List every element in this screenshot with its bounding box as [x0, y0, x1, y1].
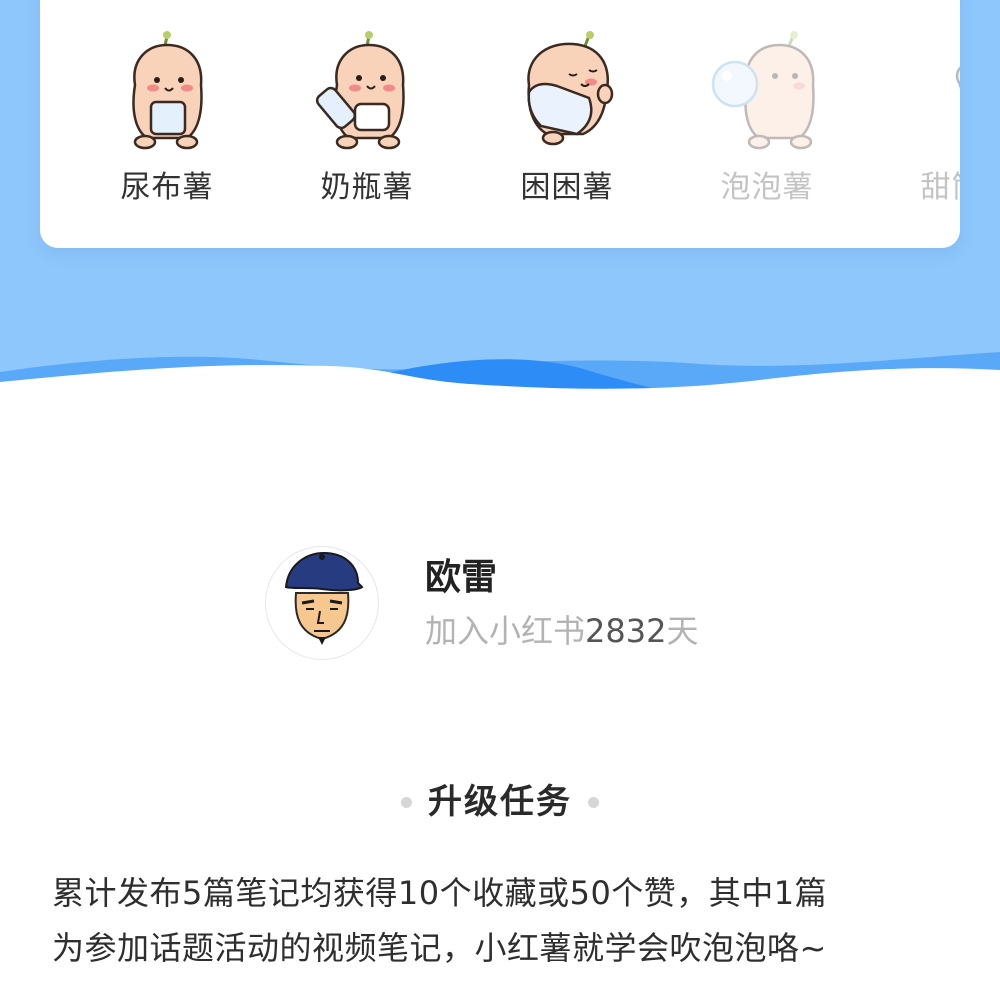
- wave-decoration: [0, 352, 1000, 420]
- join-prefix: 加入小红书: [425, 612, 586, 650]
- join-days: 2832: [585, 612, 667, 650]
- potato-bottle-icon: [315, 31, 405, 150]
- user-name: 欧雷: [425, 557, 498, 598]
- join-suffix: 天: [666, 612, 699, 650]
- task-title: 升级任务: [428, 782, 572, 822]
- level-name: 泡泡薯: [720, 170, 814, 205]
- level-item-diaper[interactable]: 尿布薯: [67, 0, 267, 248]
- task-section-header: 升级任务: [0, 774, 1000, 830]
- title-dot-left: [401, 796, 412, 808]
- title-dot-right: [588, 796, 599, 808]
- join-duration: 加入小红书2832天: [425, 610, 698, 652]
- level-page: 尿布薯 奶瓶薯 困困薯 泡泡薯 甜 欧雷 加入小红书2832天 升级任务 累计发…: [0, 0, 1000, 1000]
- level-item-bubble[interactable]: 泡泡薯: [667, 0, 867, 248]
- task-description-line-1: 累计发布5篇笔记均获得10个收藏或50个赞，其中1篇: [52, 874, 828, 912]
- potato-diaper-icon: [132, 31, 203, 150]
- level-name: 尿布薯: [120, 170, 214, 205]
- task-description-line-2: 为参加话题活动的视频笔记，小红薯就学会吹泡泡咯~: [52, 929, 827, 967]
- user-profile: 欧雷 加入小红书2832天: [265, 546, 785, 660]
- user-avatar-illustration: [284, 551, 364, 645]
- level-card: 尿布薯 奶瓶薯 困困薯 泡泡薯 甜: [40, 0, 960, 248]
- level-item-bottle[interactable]: 奶瓶薯: [267, 0, 467, 248]
- potato-icecream-icon: [955, 66, 960, 90]
- potato-pillow-icon: [527, 31, 614, 146]
- level-name: 甜筒薯: [920, 170, 961, 205]
- task-description: 累计发布5篇笔记均获得10个收藏或50个赞，其中1篇 为参加话题活动的视频笔记，…: [52, 866, 952, 976]
- level-item-icecream[interactable]: 甜筒薯: [867, 0, 960, 248]
- level-item-pillow[interactable]: 困困薯: [467, 0, 667, 248]
- level-name: 困困薯: [520, 170, 614, 205]
- avatar[interactable]: [265, 546, 379, 660]
- potato-bubble-icon: [711, 31, 815, 150]
- level-name: 奶瓶薯: [320, 170, 414, 205]
- level-list: 尿布薯 奶瓶薯 困困薯 泡泡薯 甜: [40, 0, 960, 248]
